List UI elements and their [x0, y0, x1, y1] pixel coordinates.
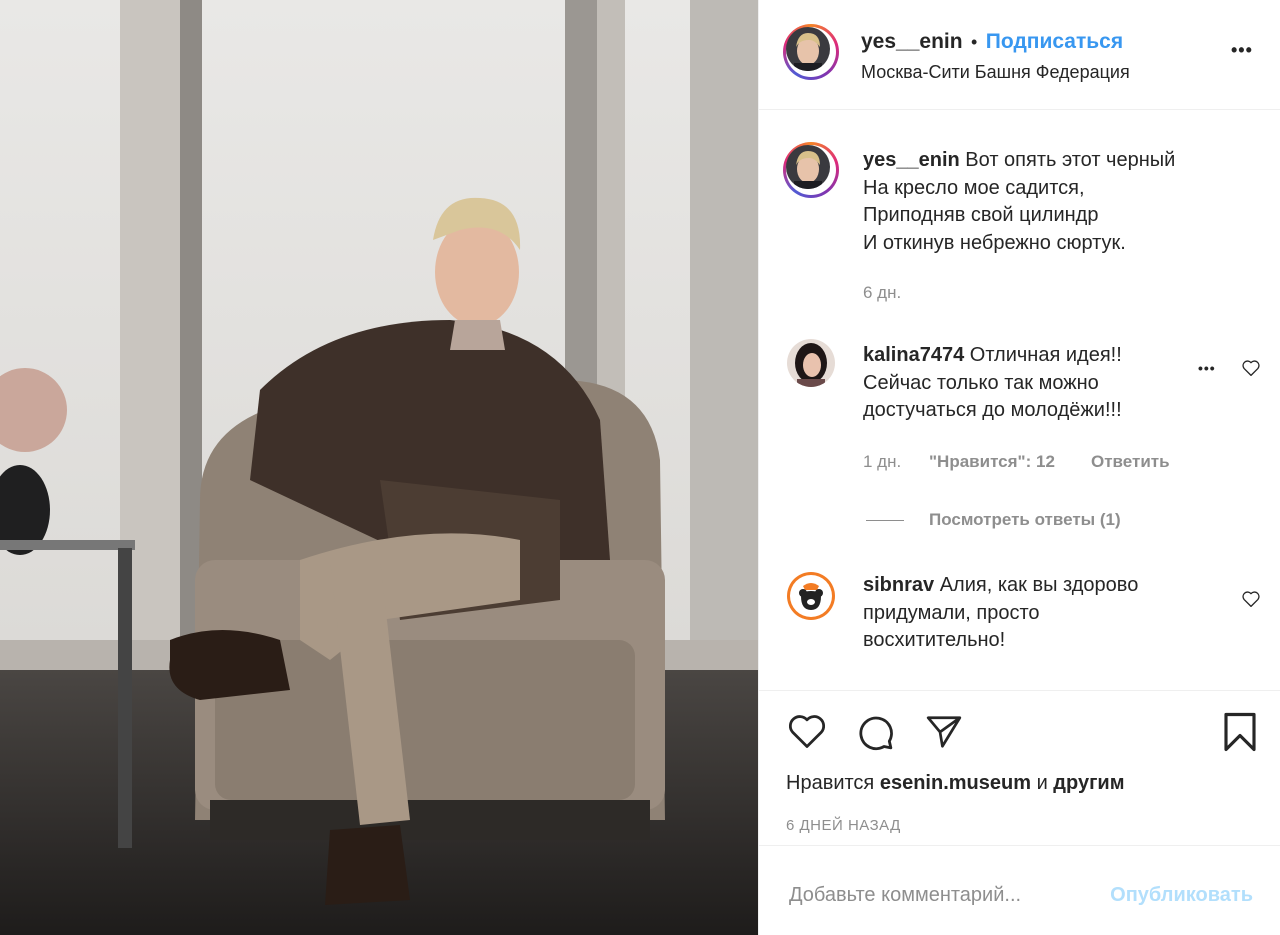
comment-2-avatar[interactable] [787, 572, 835, 620]
caption: yes__enin Вот опять этот черный На кресл… [863, 147, 1263, 257]
liked-by-others[interactable]: другим [1053, 772, 1124, 794]
caption-time[interactable]: 6 дн. [863, 283, 901, 303]
header-separator: • [971, 32, 978, 52]
comment-1: kalina7474 Отличная идея!! Сейчас только… [863, 342, 1193, 425]
post-header: yes__enin • Подписаться Москва-Сити Башн… [759, 0, 1280, 110]
bookmark-icon[interactable] [1221, 711, 1259, 753]
comment-more-icon[interactable]: ••• [1198, 360, 1216, 376]
posted-ago[interactable]: 6 ДНЕЙ НАЗАД [786, 817, 901, 834]
post-image [0, 0, 758, 935]
liked-by-user[interactable]: esenin.museum [880, 772, 1031, 794]
share-icon[interactable] [925, 713, 963, 751]
heart-icon[interactable] [787, 713, 827, 749]
comment-2: sibnrav Алия, как вы здорово придумали, … [863, 572, 1193, 655]
caption-username[interactable]: yes__enin [863, 149, 960, 171]
comment-2-username[interactable]: sibnrav [863, 574, 934, 596]
post-location[interactable]: Москва-Сити Башня Федерация [861, 62, 1130, 83]
view-replies-button[interactable]: Посмотреть ответы (1) [929, 510, 1121, 530]
comment-2-heart-icon[interactable] [1241, 590, 1261, 608]
author-username[interactable]: yes__enin [861, 30, 963, 53]
likes-summary: Нравится esenin.museum и другим [786, 772, 1125, 794]
publish-button[interactable]: Опубликовать [1110, 884, 1253, 907]
follow-button[interactable]: Подписаться [986, 30, 1123, 53]
author-avatar[interactable] [783, 24, 839, 80]
add-comment-bar: Добавьте комментарий... Опубликовать [759, 845, 1280, 935]
comments-list: yes__enin Вот опять этот черный На кресл… [759, 110, 1280, 690]
more-options-icon[interactable]: ••• [1231, 40, 1253, 61]
post-actions: Нравится esenin.museum и другим 6 ДНЕЙ Н… [759, 690, 1280, 845]
comment-1-likes[interactable]: "Нравится": 12 [929, 452, 1055, 472]
comment-1-time[interactable]: 1 дн. [863, 452, 901, 472]
comment-input[interactable]: Добавьте комментарий... [789, 884, 1021, 907]
comment-1-heart-icon[interactable] [1241, 359, 1261, 377]
comment-1-username[interactable]: kalina7474 [863, 344, 964, 366]
post-panel: yes__enin • Подписаться Москва-Сити Башн… [758, 0, 1280, 935]
comment-avatar[interactable] [787, 339, 835, 387]
reply-button[interactable]: Ответить [1091, 452, 1170, 472]
caption-avatar[interactable] [783, 142, 839, 198]
comment-icon[interactable] [855, 712, 895, 752]
post-photo[interactable] [0, 0, 758, 935]
replies-line [866, 520, 904, 521]
